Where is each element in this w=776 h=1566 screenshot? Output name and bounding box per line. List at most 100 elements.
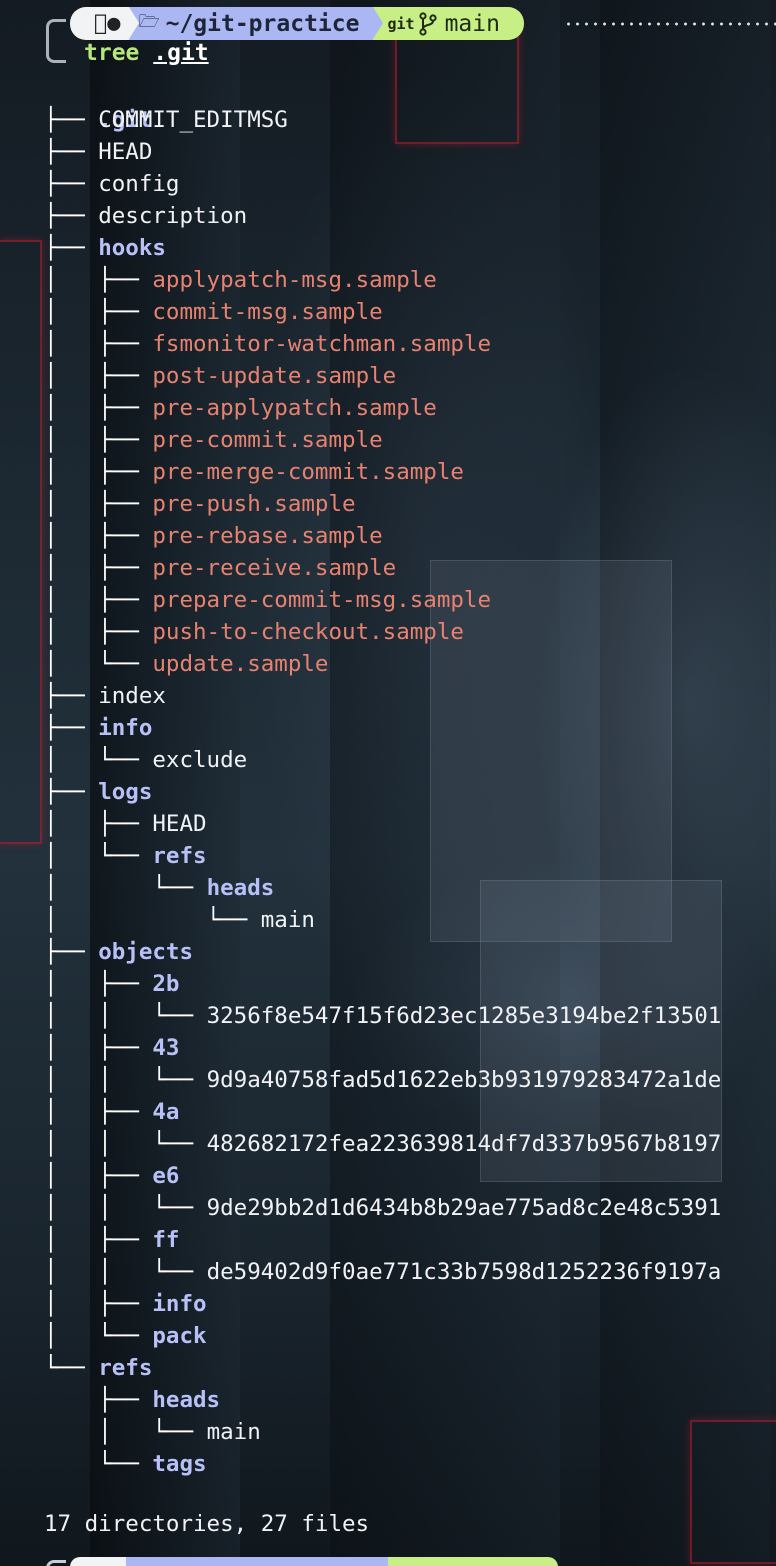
directory-name: info [152, 1291, 207, 1317]
file-name: 3256f8e547f15f6d23ec1285e3194be2f13501 [206, 1003, 722, 1029]
directory-name: 4a [152, 1099, 180, 1125]
tree-directory-row: ├── hooks [44, 232, 721, 264]
tree-file-row: ├── HEAD [44, 136, 721, 168]
file-name: config [98, 171, 180, 197]
tree-guide: │ └── [44, 747, 153, 773]
directory-name: 43 [152, 1035, 180, 1061]
command-line: tree .git [84, 40, 209, 70]
tree-file-row: │ └── main [44, 1416, 721, 1448]
directory-name: ff [152, 1227, 180, 1253]
directory-name: heads [152, 1387, 221, 1413]
tree-guide: │ ├── [44, 427, 153, 453]
tree-guide: │ ├── [44, 811, 153, 837]
directory-name: info [98, 715, 153, 741]
tree-guide: │ ├── [44, 523, 153, 549]
tree-file-row: │ ├── post-update.sample [44, 360, 721, 392]
file-name: pre-rebase.sample [152, 523, 383, 549]
tree-guide: │ ├── [44, 1035, 153, 1061]
file-name: HEAD [98, 139, 153, 165]
tree-guide: │ └── [44, 1323, 153, 1349]
file-name: main [206, 1419, 261, 1445]
next-prompt-os-segment [70, 1557, 126, 1566]
tree-guide: │ │ └── [44, 1259, 207, 1285]
tree-file-row: │ │ └── 9de29bb2d1d6434b8b29ae775ad8c2e4… [44, 1192, 721, 1224]
file-name: COMMIT_EDITMSG [98, 107, 288, 133]
directory-name: heads [206, 875, 275, 901]
tree-directory-row: ├── heads [44, 1384, 721, 1416]
prompt-connector [46, 19, 66, 63]
prompt-dotted-filler [564, 22, 776, 26]
background-neon-sign [0, 240, 42, 844]
next-shell-prompt [70, 1557, 558, 1566]
tree-file-row: ├── description [44, 200, 721, 232]
tree-guide: │ ├── [44, 971, 153, 997]
tree-guide: │ ├── [44, 395, 153, 421]
command-argument: .git [153, 40, 209, 66]
tree-guide: │ │ └── [44, 1195, 207, 1221]
tree-directory-row: │ └── pack [44, 1320, 721, 1352]
tree-file-row: │ ├── pre-commit.sample [44, 424, 721, 456]
directory-name: objects [98, 939, 194, 965]
tree-directory-row: │ ├── 2b [44, 968, 721, 1000]
next-prompt-directory-segment [126, 1557, 388, 1566]
tree-guide: │ ├── [44, 1227, 153, 1253]
tree-directory-row: └── refs [44, 1352, 721, 1384]
tree-file-row: │ │ └── de59402d9f0ae771c33b7598d1252236… [44, 1256, 721, 1288]
prompt-os-segment: ● [70, 7, 138, 40]
tree-guide: │ ├── [44, 1291, 153, 1317]
tree-file-row: │ ├── pre-merge-commit.sample [44, 456, 721, 488]
git-label: git [374, 14, 414, 33]
tree-guide: ├── [44, 779, 99, 805]
folder-icon: 🗁 [125, 12, 160, 32]
prompt-directory-segment: 🗁 ~/git-practice [125, 7, 384, 40]
tree-directory-row: │ ├── 43 [44, 1032, 721, 1064]
tree-file-row: │ ├── pre-receive.sample [44, 552, 721, 584]
shell-prompt: ● 🗁 ~/git-practice git main [70, 7, 524, 40]
tree-guide: │ ├── [44, 555, 153, 581]
tree-guide: ├── [44, 107, 99, 133]
tree-guide: ├── [44, 1387, 153, 1413]
tree-guide: │ │ └── [44, 1131, 207, 1157]
tree-file-row: ├── COMMIT_EDITMSG [44, 104, 721, 136]
tree-guide: │ ├── [44, 267, 153, 293]
directory-name: e6 [152, 1163, 180, 1189]
directory-name: tags [152, 1451, 207, 1477]
tree-file-row: ├── index [44, 680, 721, 712]
tree-guide: ├── [44, 715, 99, 741]
file-name: pre-commit.sample [152, 427, 383, 453]
tree-root-row: .git [44, 72, 721, 133]
file-name: pre-applypatch.sample [152, 395, 437, 421]
tree-file-row: │ ├── prepare-commit-msg.sample [44, 584, 721, 616]
file-name: exclude [152, 747, 248, 773]
file-name: fsmonitor-watchman.sample [152, 331, 492, 357]
tree-file-row: │ └── exclude [44, 744, 721, 776]
file-name: prepare-commit-msg.sample [152, 587, 492, 613]
command-name: tree [84, 40, 140, 66]
prompt-git-segment: git main [373, 7, 524, 40]
tree-guide: ├── [44, 683, 99, 709]
tree-file-row: │ └── update.sample [44, 648, 721, 680]
tree-directory-row: ├── objects [44, 936, 721, 968]
tree-guide: │ ├── [44, 1163, 153, 1189]
tree-file-row: │ ├── pre-applypatch.sample [44, 392, 721, 424]
tree-guide: ├── [44, 235, 99, 261]
tree-directory-row: ├── logs [44, 776, 721, 808]
tree-file-row: │ ├── applypatch-msg.sample [44, 264, 721, 296]
tree-directory-row: │ ├── info [44, 1288, 721, 1320]
tree-file-row: │ ├── push-to-checkout.sample [44, 616, 721, 648]
tree-guide: │ ├── [44, 299, 153, 325]
tree-guide: │ └── [44, 1419, 207, 1445]
tree-guide: │ ├── [44, 363, 153, 389]
tree-guide: │ ├── [44, 459, 153, 485]
tree-guide: │ ├── [44, 587, 153, 613]
tree-file-row: │ ├── pre-push.sample [44, 488, 721, 520]
tree-guide: │ └── [44, 651, 153, 677]
directory-name: refs [152, 843, 207, 869]
file-name: update.sample [152, 651, 329, 677]
git-branch-icon [418, 11, 437, 36]
tree-file-row: │ │ └── 9d9a40758fad5d1622eb3b9319792834… [44, 1064, 721, 1096]
file-name: pre-push.sample [152, 491, 356, 517]
tree-directory-row: │ └── heads [44, 872, 721, 904]
tree-directory-row: │ ├── e6 [44, 1160, 721, 1192]
prompt-directory: ~/git-practice [152, 10, 360, 37]
